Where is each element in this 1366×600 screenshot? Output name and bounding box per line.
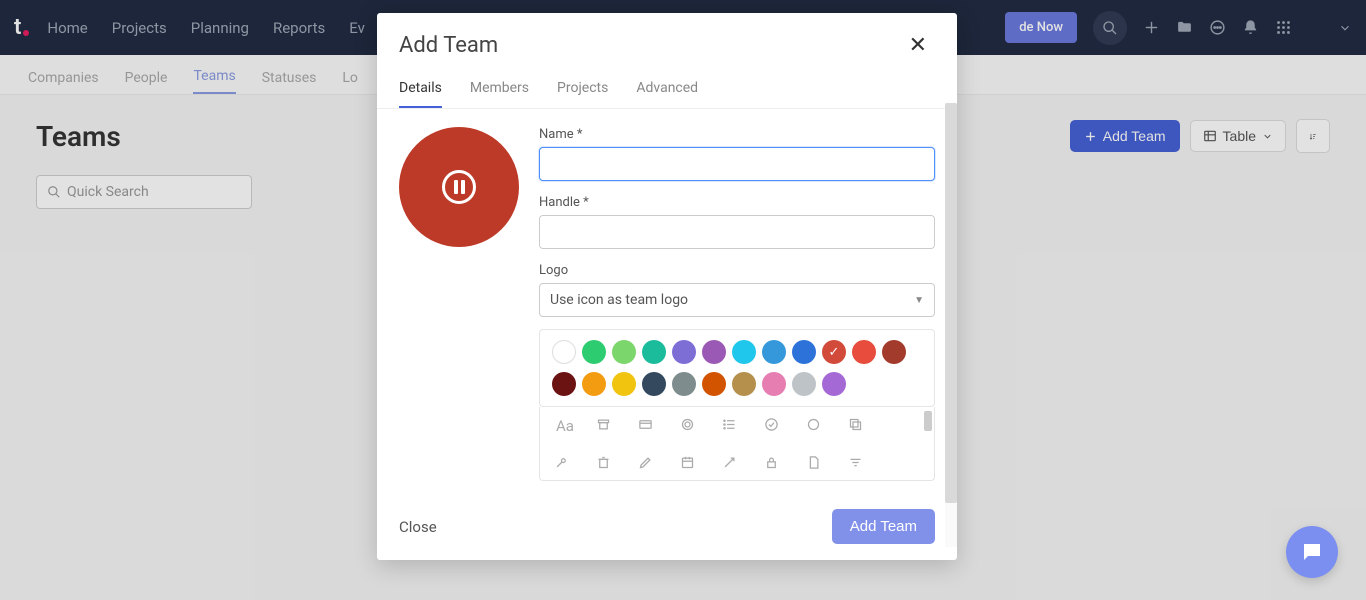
icon-text[interactable]: Aa	[554, 417, 576, 435]
tab-members[interactable]: Members	[470, 70, 529, 108]
icon-scrollbar[interactable]	[924, 411, 932, 431]
color-swatch[interactable]	[792, 372, 816, 396]
add-team-modal: Add Team ✕ Details Members Projects Adva…	[377, 13, 957, 560]
color-swatch[interactable]	[852, 340, 876, 364]
color-swatch[interactable]	[762, 372, 786, 396]
icon-lock[interactable]	[764, 455, 786, 470]
icon-copy[interactable]	[848, 417, 870, 435]
color-swatch[interactable]	[612, 340, 636, 364]
color-swatch[interactable]	[702, 340, 726, 364]
icon-pencil[interactable]	[638, 455, 660, 470]
icon-filter[interactable]	[848, 455, 870, 470]
handle-input[interactable]	[539, 215, 935, 249]
color-swatch[interactable]	[702, 372, 726, 396]
name-input[interactable]	[539, 147, 935, 181]
modal-scrollbar-thumb[interactable]	[945, 103, 957, 503]
pause-icon	[442, 170, 476, 204]
chat-fab[interactable]	[1286, 526, 1338, 578]
color-swatch[interactable]	[582, 340, 606, 364]
color-swatch[interactable]	[642, 372, 666, 396]
color-swatch[interactable]	[732, 340, 756, 364]
color-swatch[interactable]	[792, 340, 816, 364]
modal-title: Add Team	[399, 33, 498, 58]
color-swatch[interactable]	[882, 340, 906, 364]
color-swatch[interactable]	[822, 340, 846, 364]
team-avatar-preview[interactable]	[399, 127, 519, 247]
icon-circle[interactable]	[806, 417, 828, 435]
tab-advanced[interactable]: Advanced	[636, 70, 698, 108]
icon-file[interactable]	[806, 455, 828, 470]
color-swatch[interactable]	[552, 372, 576, 396]
logo-select[interactable]: Use icon as team logo ▼	[539, 283, 935, 317]
icon-archive[interactable]	[596, 417, 618, 435]
color-picker	[539, 329, 935, 407]
color-swatch[interactable]	[642, 340, 666, 364]
tab-details[interactable]: Details	[399, 70, 442, 108]
modal-tabs: Details Members Projects Advanced	[377, 70, 957, 109]
close-icon[interactable]: ✕	[909, 33, 927, 58]
icon-pin[interactable]	[554, 455, 576, 470]
icon-card[interactable]	[638, 417, 660, 435]
icon-picker: Aa	[539, 407, 935, 481]
close-button[interactable]: Close	[399, 518, 437, 536]
submit-add-team-button[interactable]: Add Team	[832, 509, 935, 544]
icon-expand[interactable]	[722, 455, 744, 470]
logo-label: Logo	[539, 263, 935, 278]
color-swatch[interactable]	[552, 340, 576, 364]
chevron-down-icon: ▼	[914, 295, 924, 306]
color-swatch[interactable]	[762, 340, 786, 364]
color-swatch[interactable]	[672, 372, 696, 396]
color-swatch[interactable]	[612, 372, 636, 396]
icon-list[interactable]	[722, 417, 744, 435]
color-swatch[interactable]	[582, 372, 606, 396]
color-swatch[interactable]	[822, 372, 846, 396]
color-swatch[interactable]	[672, 340, 696, 364]
handle-label: Handle *	[539, 195, 935, 210]
tab-projects[interactable]: Projects	[557, 70, 608, 108]
icon-check-circle[interactable]	[764, 417, 786, 435]
icon-target[interactable]	[680, 417, 702, 435]
icon-calendar[interactable]	[680, 455, 702, 470]
name-label: Name *	[539, 127, 935, 142]
icon-trash[interactable]	[596, 455, 618, 470]
color-swatch[interactable]	[732, 372, 756, 396]
